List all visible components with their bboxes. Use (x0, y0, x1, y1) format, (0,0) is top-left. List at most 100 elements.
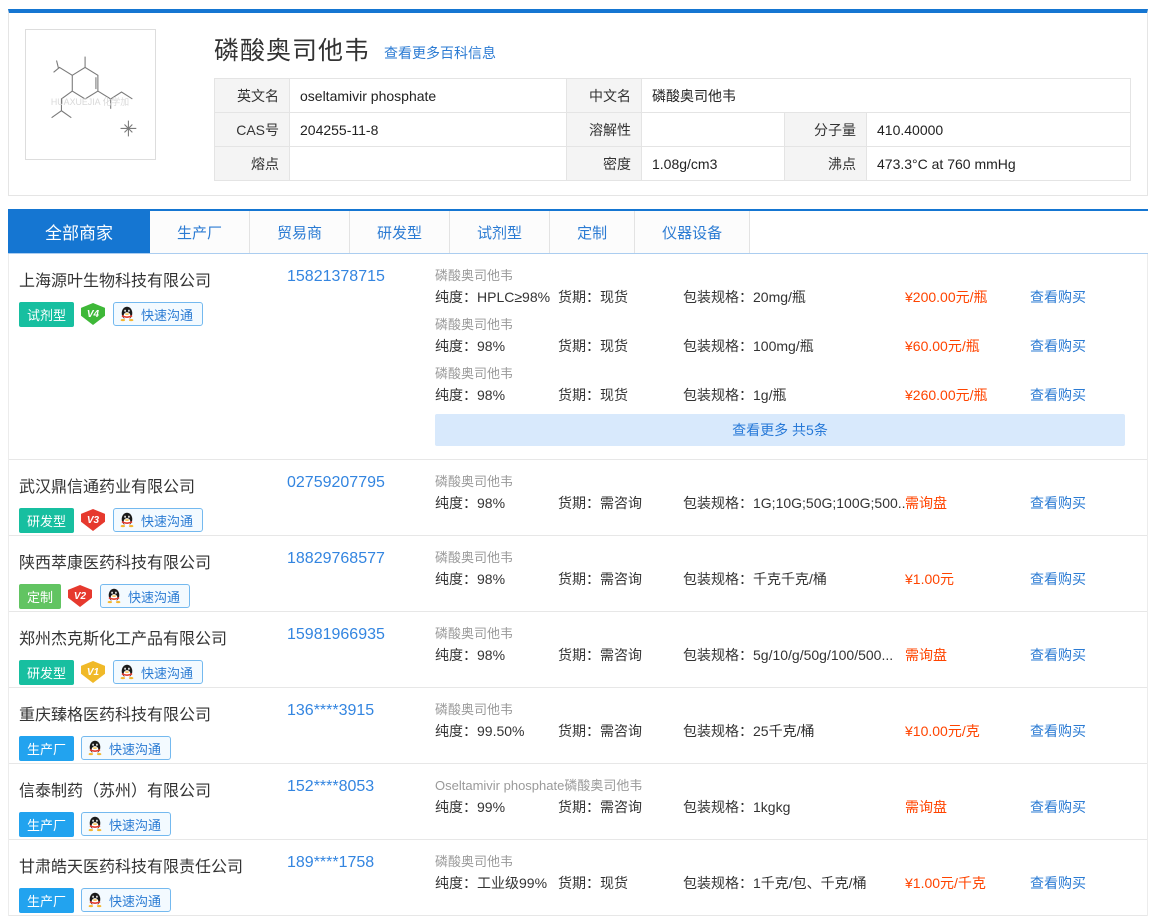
view-buy-link[interactable]: 查看购买 (1030, 385, 1086, 405)
product-price: ¥200.00元/瓶 (905, 287, 1030, 307)
quick-chat-button[interactable]: 快速沟通 (113, 660, 203, 684)
supplier-phone[interactable]: 152****8053 (287, 777, 435, 796)
more-baike-link[interactable]: 查看更多百科信息 (384, 43, 496, 63)
supplier-name[interactable]: 甘肃皓天医药科技有限责任公司 (19, 853, 287, 877)
view-buy-link[interactable]: 查看购买 (1030, 569, 1086, 589)
supplier-phone[interactable]: 15981966935 (287, 625, 435, 644)
supplier-badges: 生产厂快速沟通 (19, 812, 287, 836)
supplier-left-column: 信泰制药（苏州）有限公司生产厂快速沟通 (19, 777, 287, 836)
tab-定制[interactable]: 定制 (550, 211, 635, 253)
product-detail-line: 纯度：98%货期：需咨询包装规格：千克千克/桶¥1.00元查看购买 (435, 569, 1125, 589)
supplier-name[interactable]: 信泰制药（苏州）有限公司 (19, 777, 287, 801)
quick-chat-label: 快速沟通 (128, 587, 180, 606)
product-delivery: 货期：现货 (558, 336, 683, 356)
qq-icon (87, 740, 103, 756)
quick-chat-label: 快速沟通 (109, 739, 161, 758)
supplier-tab-bar: 全部商家生产厂贸易商研发型试剂型定制仪器设备 (8, 209, 1148, 254)
v-level-badge: V4 (81, 303, 105, 325)
view-buy-link[interactable]: 查看购买 (1030, 645, 1086, 665)
product-pack-spec: 包装规格：100mg/瓶 (683, 336, 905, 356)
qq-icon (119, 306, 135, 322)
tab-全部商家[interactable]: 全部商家 (8, 209, 150, 253)
field-label-melting-point: 熔点 (215, 147, 290, 181)
product-price: ¥260.00元/瓶 (905, 385, 1030, 405)
product-name: 磷酸奥司他韦 (435, 316, 1125, 333)
supplier-products: 磷酸奥司他韦纯度：HPLC≥98%货期：现货包装规格：20mg/瓶¥200.00… (435, 267, 1147, 456)
supplier-badges: 研发型V1快速沟通 (19, 660, 287, 684)
quick-chat-button[interactable]: 快速沟通 (81, 888, 171, 912)
molecule-structure-image: HUAXUEJIA 化学加 (25, 29, 156, 160)
quick-chat-label: 快速沟通 (109, 891, 161, 910)
field-value-chinese-name: 磷酸奥司他韦 (642, 79, 1131, 113)
product-price: ¥1.00元/千克 (905, 873, 1030, 893)
supplier-name[interactable]: 陕西萃康医药科技有限公司 (19, 549, 287, 573)
product-entry: 磷酸奥司他韦纯度：98%货期：需咨询包装规格：1G;10G;50G;100G;5… (435, 473, 1125, 513)
product-purity: 纯度：98% (435, 336, 558, 356)
supplier-phone[interactable]: 18829768577 (287, 549, 435, 568)
product-delivery: 货期：需咨询 (558, 569, 683, 589)
supplier-name[interactable]: 重庆臻格医药科技有限公司 (19, 701, 287, 725)
supplier-name[interactable]: 郑州杰克斯化工产品有限公司 (19, 625, 287, 649)
tab-仪器设备[interactable]: 仪器设备 (635, 211, 750, 253)
tab-生产厂[interactable]: 生产厂 (150, 211, 250, 253)
field-label-cas: CAS号 (215, 113, 290, 147)
product-detail-line: 纯度：98%货期：现货包装规格：100mg/瓶¥60.00元/瓶查看购买 (435, 336, 1125, 356)
quick-chat-button[interactable]: 快速沟通 (81, 812, 171, 836)
product-delivery: 货期：需咨询 (558, 493, 683, 513)
product-name: 磷酸奥司他韦 (435, 267, 1125, 284)
product-purity: 纯度：98% (435, 385, 558, 405)
tab-研发型[interactable]: 研发型 (350, 211, 450, 253)
product-detail-line: 纯度：HPLC≥98%货期：现货包装规格：20mg/瓶¥200.00元/瓶查看购… (435, 287, 1125, 307)
supplier-phone[interactable]: 189****1758 (287, 853, 435, 872)
supplier-left-column: 陕西萃康医药科技有限公司定制V2快速沟通 (19, 549, 287, 608)
supplier-name[interactable]: 武汉鼎信通药业有限公司 (19, 473, 287, 497)
tab-试剂型[interactable]: 试剂型 (450, 211, 550, 253)
product-delivery: 货期：现货 (558, 873, 683, 893)
product-price: ¥60.00元/瓶 (905, 336, 1030, 356)
view-buy-link[interactable]: 查看购买 (1030, 797, 1086, 817)
supplier-type-badge: 生产厂 (19, 812, 74, 837)
product-purity: 纯度：98% (435, 493, 558, 513)
supplier-badges: 研发型V3快速沟通 (19, 508, 287, 532)
supplier-left-column: 甘肃皓天医药科技有限责任公司生产厂 快速沟通 (19, 853, 287, 912)
product-purity: 纯度：98% (435, 645, 558, 665)
field-label-chinese-name: 中文名 (567, 79, 642, 113)
v-level-badge: V3 (81, 509, 105, 531)
product-delivery: 货期：现货 (558, 385, 683, 405)
quick-chat-button[interactable]: 快速沟通 (113, 302, 203, 326)
qq-icon (87, 892, 103, 908)
view-buy-link[interactable]: 查看购买 (1030, 287, 1086, 307)
quick-chat-label: 快速沟通 (141, 305, 193, 324)
supplier-products: 磷酸奥司他韦纯度：98%货期：需咨询包装规格：千克千克/桶¥1.00元查看购买 (435, 549, 1147, 598)
supplier-badges: 定制V2快速沟通 (19, 584, 287, 608)
tab-贸易商[interactable]: 贸易商 (250, 211, 350, 253)
supplier-products: 磷酸奥司他韦纯度：99.50%货期：需咨询包装规格：25千克/桶¥10.00元/… (435, 701, 1147, 750)
product-entry: 磷酸奥司他韦纯度：99.50%货期：需咨询包装规格：25千克/桶¥10.00元/… (435, 701, 1125, 741)
view-buy-link[interactable]: 查看购买 (1030, 873, 1086, 893)
qq-icon (87, 816, 103, 832)
supplier-row: 甘肃皓天医药科技有限责任公司生产厂快速沟通189****1758磷酸奥司他韦纯度… (9, 839, 1147, 916)
product-detail-line: 纯度：99%货期：需咨询包装规格：1kgkg需询盘查看购买 (435, 797, 1125, 817)
supplier-name[interactable]: 上海源叶生物科技有限公司 (19, 267, 287, 291)
view-buy-link[interactable]: 查看购买 (1030, 336, 1086, 356)
supplier-left-column: 武汉鼎信通药业有限公司研发型V3快速沟通 (19, 473, 287, 532)
field-value-boiling-point: 473.3°C at 760 mmHg (867, 147, 1131, 181)
quick-chat-button[interactable]: 快速沟通 (100, 584, 190, 608)
supplier-type-badge: 生产厂 (19, 736, 74, 761)
view-more-bar[interactable]: 查看更多 共5条 (435, 414, 1125, 446)
supplier-phone[interactable]: 15821378715 (287, 267, 435, 286)
view-buy-link[interactable]: 查看购买 (1030, 721, 1086, 741)
product-pack-spec: 包装规格：5g/10/g/50g/100/500... (683, 645, 905, 665)
supplier-phone[interactable]: 136****3915 (287, 701, 435, 720)
product-info-panel: HUAXUEJIA 化学加 磷酸奥司他韦 查看更多百科信息 英文名 oselta… (8, 9, 1148, 196)
supplier-type-badge: 生产厂 (19, 888, 74, 913)
supplier-phone[interactable]: 02759207795 (287, 473, 435, 492)
product-name: 磷酸奥司他韦 (435, 549, 1125, 566)
view-buy-link[interactable]: 查看购买 (1030, 493, 1086, 513)
supplier-left-column: 郑州杰克斯化工产品有限公司研发型V1快速沟通 (19, 625, 287, 684)
quick-chat-label: 快速沟通 (141, 511, 193, 530)
quick-chat-button[interactable]: 快速沟通 (81, 736, 171, 760)
qq-icon (119, 664, 135, 680)
quick-chat-button[interactable]: 快速沟通 (113, 508, 203, 532)
product-detail-line: 纯度：98%货期：需咨询包装规格：5g/10/g/50g/100/500...需… (435, 645, 1125, 665)
